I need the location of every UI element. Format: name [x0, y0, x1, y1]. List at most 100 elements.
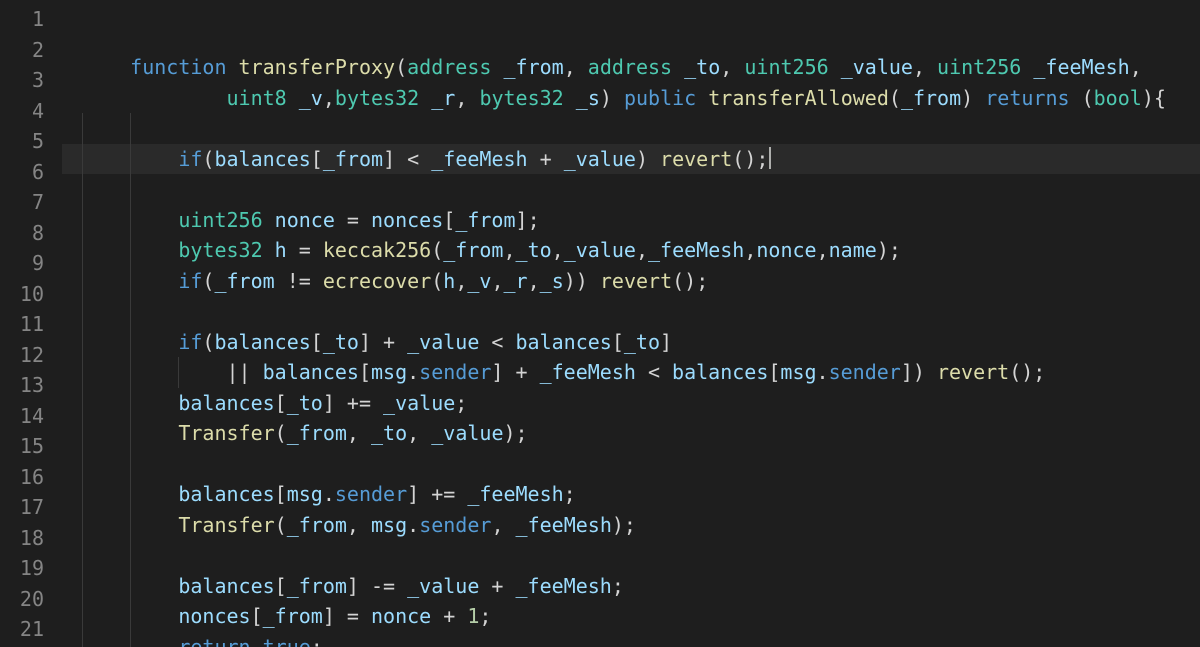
indent-guide — [82, 449, 83, 480]
line-number: 5 — [0, 126, 44, 157]
code-line[interactable]: balances[_to] += _value; — [62, 388, 1200, 419]
line-number: 13 — [0, 370, 44, 401]
token-pun: , — [455, 269, 467, 293]
indent-guide — [82, 174, 83, 205]
token-pun: ; — [311, 635, 323, 647]
code-line[interactable]: if(balances[_to] + _value < balances[_to… — [62, 327, 1200, 358]
indent-guide — [130, 296, 131, 327]
code-line[interactable]: uint256 nonce = nonces[_from]; — [62, 205, 1200, 236]
token-var: _value — [564, 147, 636, 171]
code-line[interactable] — [62, 540, 1200, 571]
code-text: if(balances[_from] < _feeMesh + _value) … — [82, 147, 768, 171]
token-var: _to — [371, 421, 407, 445]
token-var: _feeMesh — [648, 238, 744, 262]
code-line[interactable] — [62, 174, 1200, 205]
token-pun: + — [479, 574, 515, 598]
code-line[interactable] — [62, 296, 1200, 327]
indent-guide — [130, 449, 131, 480]
token-type: uint8 — [227, 86, 287, 110]
token-pun: ) — [636, 147, 660, 171]
code-text: nonces[_from] = nonce + 1; — [82, 604, 491, 628]
token-pun: . — [407, 360, 419, 384]
indent-guide — [82, 357, 83, 388]
line-number: 2 — [0, 35, 44, 66]
token-var: _from — [455, 208, 515, 232]
token-var: _v — [467, 269, 491, 293]
token-pun: (); — [1009, 360, 1045, 384]
indent-guide — [130, 632, 131, 647]
indent-guide — [130, 113, 131, 144]
token-pun: , — [407, 421, 431, 445]
token-sp — [287, 86, 299, 110]
code-line[interactable]: if(_from != ecrecover(h,_v,_r,_s)) rever… — [62, 266, 1200, 297]
token-pun: [ — [443, 208, 455, 232]
token-fn: ecrecover — [323, 269, 431, 293]
code-line[interactable]: Transfer(_from, _to, _value); — [62, 418, 1200, 449]
indent-guide — [82, 540, 83, 571]
indent-guide — [130, 357, 131, 388]
code-text: function transferProxy(address _from, ad… — [82, 55, 1142, 79]
token-sp — [1021, 55, 1033, 79]
token-var: _r — [504, 269, 528, 293]
token-pun: [ — [275, 574, 287, 598]
token-pun: , — [528, 269, 540, 293]
token-sp — [829, 55, 841, 79]
token-var: _from — [901, 86, 961, 110]
code-text: Transfer(_from, _to, _value); — [82, 421, 528, 445]
code-line[interactable]: if(balances[_from] < _feeMesh + _value) … — [62, 144, 1200, 175]
code-line[interactable] — [62, 113, 1200, 144]
code-line[interactable]: uint8 _v,bytes32 _r, bytes32 _s) public … — [62, 83, 1200, 114]
token-pun: ] + — [491, 360, 539, 384]
token-var: _value — [407, 574, 479, 598]
code-line[interactable]: || balances[msg.sender] + _feeMesh < bal… — [62, 357, 1200, 388]
token-var: nonces — [178, 604, 250, 628]
code-line[interactable] — [62, 449, 1200, 480]
code-line[interactable]: balances[msg.sender] += _feeMesh; — [62, 479, 1200, 510]
token-type: address — [588, 55, 672, 79]
line-number-gutter: 123456789101112131415161718192021 — [0, 0, 62, 647]
token-pun: , — [564, 55, 588, 79]
code-text: balances[_to] += _value; — [82, 391, 467, 415]
line-number: 3 — [0, 65, 44, 96]
code-line[interactable]: Transfer(_from, msg.sender, _feeMesh); — [62, 510, 1200, 541]
token-pun: [ — [311, 147, 323, 171]
code-line[interactable]: bytes32 h = keccak256(_from,_to,_value,_… — [62, 235, 1200, 266]
token-pun: ( — [431, 238, 443, 262]
line-number: 7 — [0, 187, 44, 218]
code-line[interactable]: balances[_from] -= _value + _feeMesh; — [62, 571, 1200, 602]
token-pun: [ — [275, 391, 287, 415]
token-pun: (); — [732, 147, 768, 171]
token-pun: [ — [275, 482, 287, 506]
token-var: nonce — [371, 604, 431, 628]
token-var: _to — [287, 391, 323, 415]
token-var: _to — [624, 330, 660, 354]
token-type: bytes32 — [479, 86, 563, 110]
code-line[interactable]: return true; — [62, 632, 1200, 647]
code-line[interactable]: nonces[_from] = nonce + 1; — [62, 601, 1200, 632]
token-pun: ; — [564, 482, 576, 506]
token-pun: ] < — [383, 147, 431, 171]
token-pun: != — [275, 269, 323, 293]
token-kw: public — [624, 86, 696, 110]
token-pun: )) — [564, 269, 600, 293]
code-text: uint8 _v,bytes32 _r, bytes32 _s) public … — [82, 86, 1166, 110]
code-editor[interactable]: 123456789101112131415161718192021 functi… — [0, 0, 1200, 647]
token-pun: + — [431, 604, 467, 628]
token-pun: ] + — [359, 330, 407, 354]
indent-guide — [82, 388, 83, 419]
token-var: balances — [672, 360, 768, 384]
indent-guide — [82, 479, 83, 510]
code-content[interactable]: function transferProxy(address _from, ad… — [62, 52, 1200, 647]
token-pun: ] += — [407, 482, 467, 506]
token-pun: ] -= — [347, 574, 407, 598]
code-area[interactable]: function transferProxy(address _from, ad… — [62, 0, 1200, 647]
token-sp — [564, 86, 576, 110]
token-pun: [ — [251, 604, 263, 628]
code-line[interactable]: function transferProxy(address _from, ad… — [62, 52, 1200, 83]
token-var: _value — [383, 391, 455, 415]
code-text: balances[_from] -= _value + _feeMesh; — [82, 574, 624, 598]
token-var: balances — [214, 147, 310, 171]
token-prop: sender — [419, 360, 491, 384]
code-text: return true; — [82, 635, 323, 647]
token-var: _s — [576, 86, 600, 110]
